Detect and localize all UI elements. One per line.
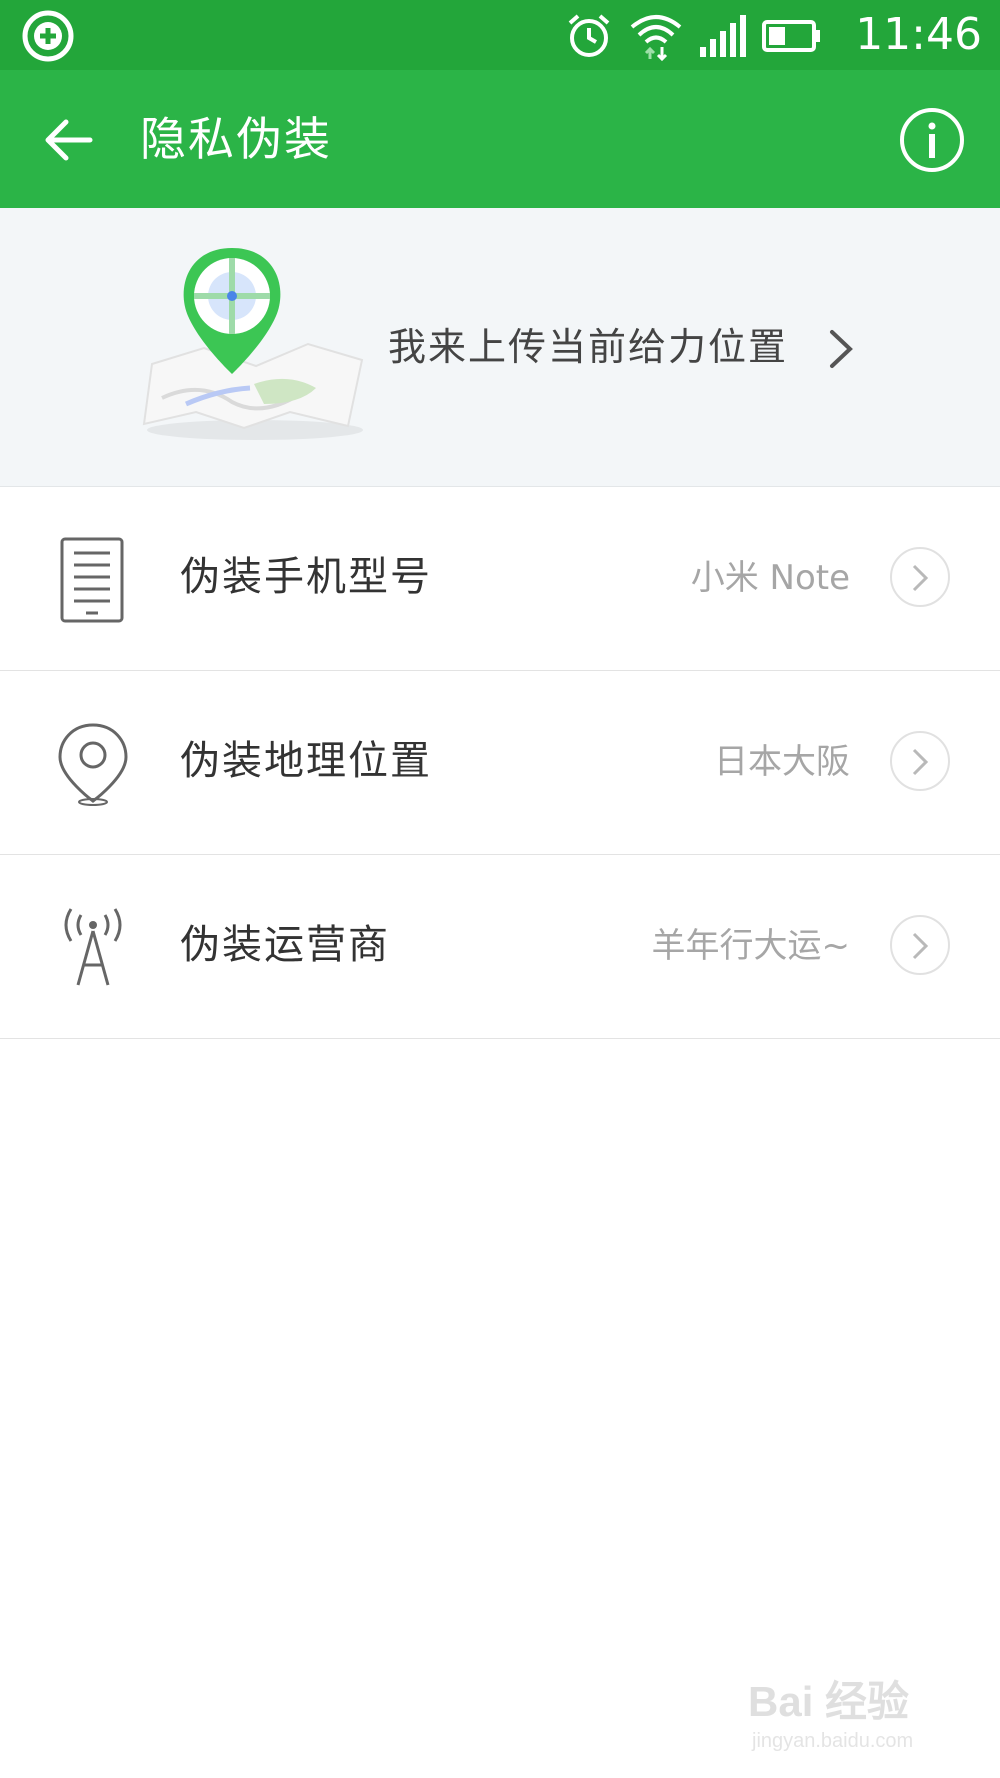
- setting-value: 小米 Note: [690, 558, 850, 598]
- chevron-circle-icon[interactable]: [890, 915, 950, 975]
- setting-value: 日本大阪: [714, 742, 850, 782]
- alarm-icon: [568, 14, 610, 57]
- setting-row-phone-model[interactable]: 伪装手机型号 小米 Note: [0, 487, 1000, 671]
- setting-label: 伪装手机型号: [180, 554, 432, 600]
- phone-icon: [60, 537, 124, 623]
- setting-row-location[interactable]: 伪装地理位置 日本大阪: [0, 671, 1000, 855]
- baidu-watermark: Bai 经验 jingyan.baidu.com: [748, 1648, 948, 1758]
- status-time: 11:46: [855, 9, 982, 60]
- app-bar: 隐私伪装: [0, 70, 1000, 208]
- arrow-left-icon[interactable]: [40, 112, 96, 168]
- battery-icon: [762, 20, 820, 52]
- signal-icon: [700, 15, 746, 57]
- setting-row-carrier[interactable]: 伪装运营商 羊年行大运~: [0, 855, 1000, 1039]
- wifi-icon: [630, 15, 682, 61]
- watermark-url: jingyan.baidu.com: [752, 1730, 914, 1752]
- setting-label: 伪装地理位置: [180, 738, 432, 784]
- info-icon[interactable]: [898, 106, 966, 174]
- antenna-icon: [64, 908, 122, 986]
- chevron-circle-icon[interactable]: [890, 731, 950, 791]
- map-pin-illustration: [142, 248, 364, 440]
- upload-location-banner[interactable]: 我来上传当前给力位置: [0, 208, 1000, 487]
- page-title: 隐私伪装: [140, 112, 332, 166]
- watermark-brand: Bai 经验: [748, 1678, 910, 1725]
- settings-list: 伪装手机型号 小米 Note 伪装地理位置 日本大阪 伪装运营商 羊年行大运~: [0, 487, 1000, 1039]
- setting-value: 羊年行大运~: [651, 926, 851, 966]
- banner-text: 我来上传当前给力位置: [388, 325, 789, 369]
- setting-label: 伪装运营商: [180, 922, 390, 968]
- app-badge-icon: [22, 10, 74, 62]
- chevron-circle-icon[interactable]: [890, 547, 950, 607]
- chevron-right-icon: [830, 330, 853, 368]
- status-bar: 11:46: [0, 0, 1000, 70]
- location-pin-icon: [58, 723, 128, 806]
- system-icons: [564, 10, 822, 62]
